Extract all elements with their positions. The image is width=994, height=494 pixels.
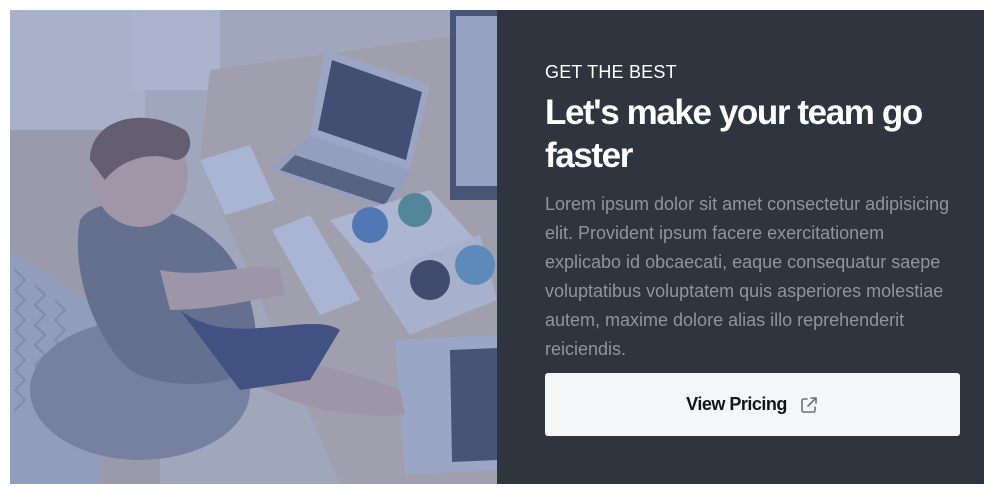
view-pricing-label: View Pricing [686, 394, 787, 414]
hero-card: GET THE BEST Let's make your team go fas… [10, 10, 984, 484]
headline: Let's make your team go faster [545, 93, 923, 175]
view-pricing-button[interactable]: View Pricing [545, 373, 960, 436]
eyebrow-text: GET THE BEST [545, 62, 677, 82]
workspace-photo [10, 10, 497, 484]
content-panel: GET THE BEST Let's make your team go fas… [497, 10, 984, 484]
body-text: Lorem ipsum dolor sit amet consectetur a… [545, 194, 950, 359]
external-link-icon [799, 395, 819, 415]
